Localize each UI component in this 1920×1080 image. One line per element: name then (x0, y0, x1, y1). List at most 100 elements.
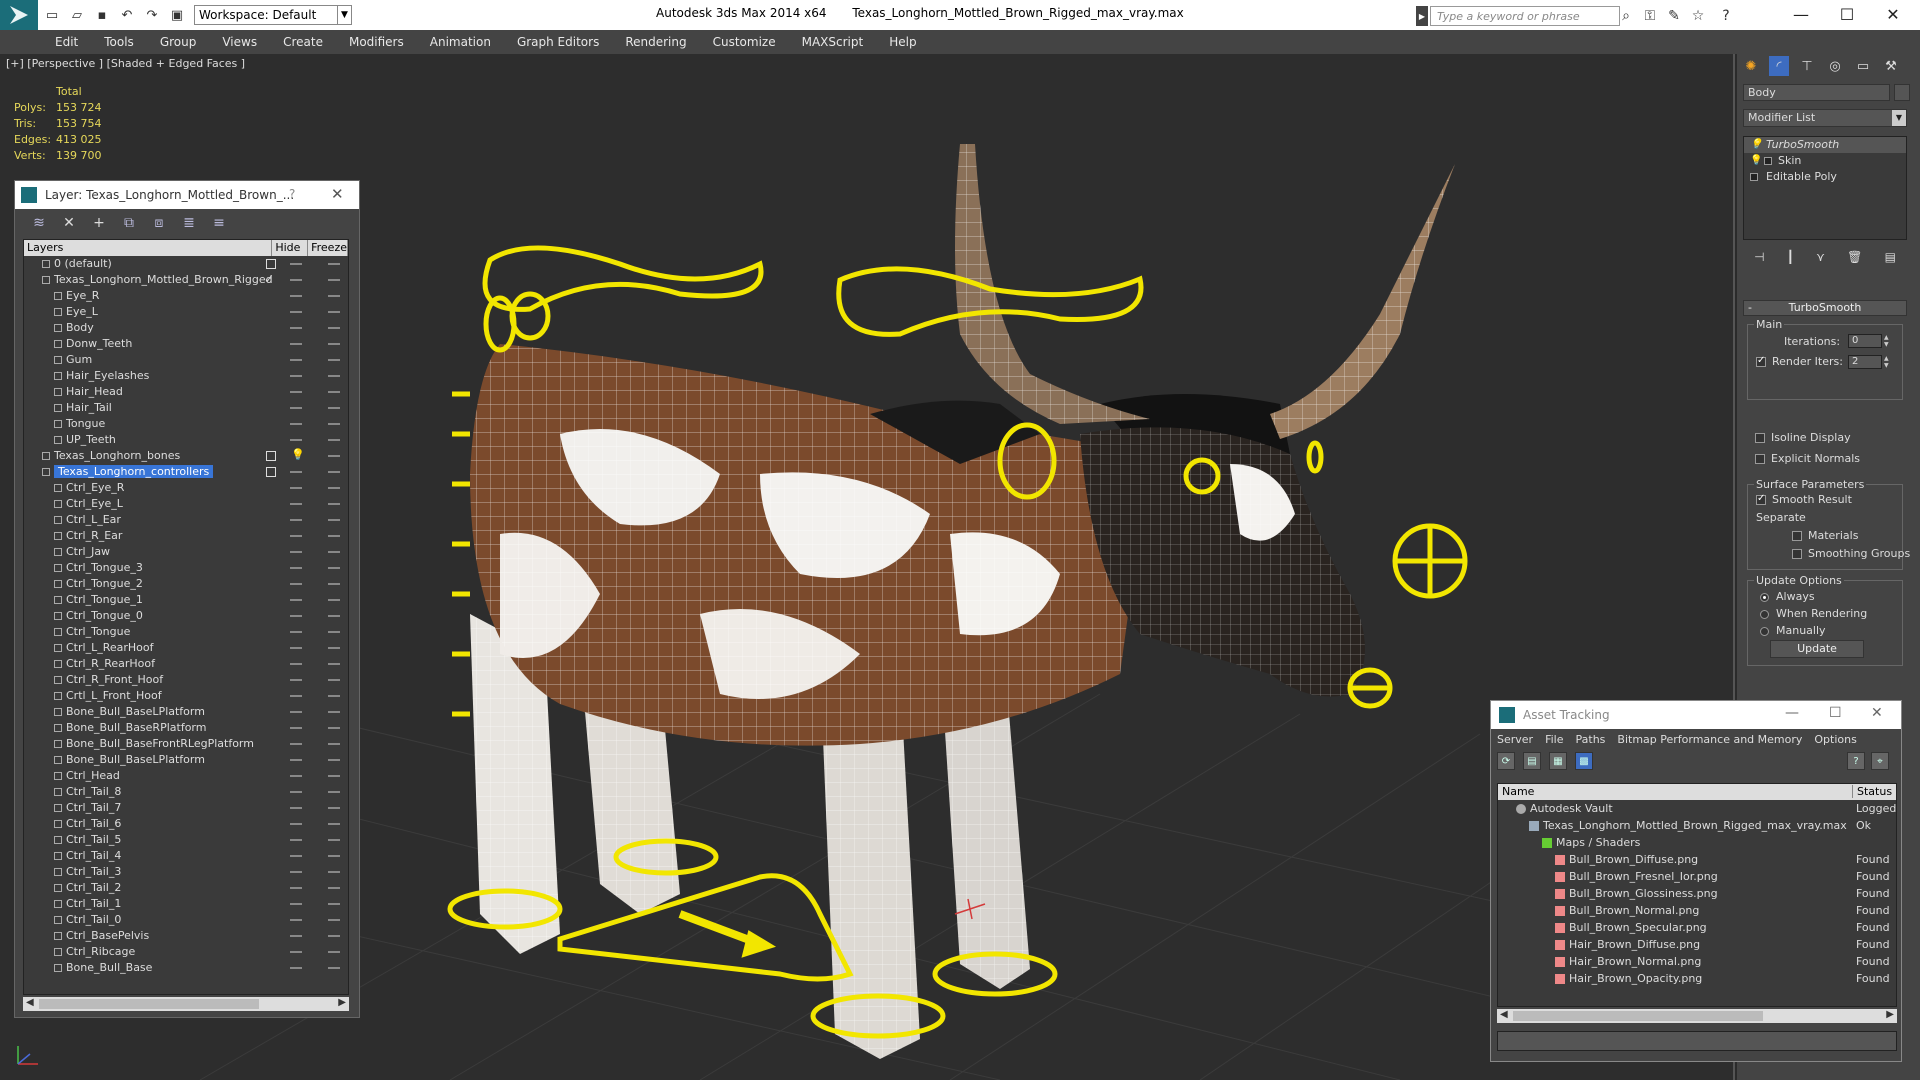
freeze-toggle[interactable] (328, 439, 340, 441)
set-current-layer-box[interactable] (266, 259, 276, 269)
freeze-toggle[interactable] (328, 263, 340, 265)
current-layer-check-icon[interactable]: ✓ (264, 272, 274, 286)
layer-row[interactable]: Texas_Longhorn_bones 💡 (24, 448, 348, 464)
freeze-toggle[interactable] (328, 823, 340, 825)
isoline-display-checkbox[interactable] (1755, 433, 1765, 443)
asset-path-field[interactable] (1497, 1031, 1897, 1051)
materials-checkbox[interactable] (1792, 531, 1802, 541)
layer-object-row[interactable]: Gum (24, 352, 348, 368)
smoothing-groups-checkbox[interactable] (1792, 549, 1802, 559)
hide-toggle[interactable] (290, 631, 302, 633)
freeze-toggle[interactable] (328, 423, 340, 425)
freeze-toggle[interactable] (328, 919, 340, 921)
maximize-icon[interactable]: ☐ (1829, 705, 1842, 721)
hide-bulb-icon[interactable]: 💡 (291, 448, 305, 461)
freeze-toggle[interactable] (328, 887, 340, 889)
hide-toggle[interactable] (290, 695, 302, 697)
list-view-icon[interactable]: ▤ (1523, 752, 1541, 770)
layer-object-row[interactable]: Crtl_L_Front_Hoof (24, 688, 348, 704)
communication-icon[interactable]: ✎ (1664, 6, 1684, 26)
freeze-toggle[interactable] (328, 647, 340, 649)
menu-animation[interactable]: Animation (430, 35, 491, 49)
hide-toggle[interactable] (290, 391, 302, 393)
table-view-icon[interactable]: ▩ (1575, 752, 1593, 770)
configure-sets-icon[interactable]: ▤ (1885, 250, 1896, 264)
layer-object-row[interactable]: Ctrl_Tail_4 (24, 848, 348, 864)
layer-object-row[interactable]: Ctrl_L_RearHoof (24, 640, 348, 656)
freeze-toggle[interactable] (328, 775, 340, 777)
menu-edit[interactable]: Edit (55, 35, 78, 49)
object-color-swatch[interactable] (1894, 84, 1910, 101)
binoculars-icon[interactable]: ⌕ (1616, 6, 1636, 26)
layer-object-row[interactable]: Tongue (24, 416, 348, 432)
hide-toggle[interactable] (290, 279, 302, 281)
asset-row[interactable]: Bull_Brown_Normal.png Found (1498, 902, 1896, 919)
spinner-arrows-icon[interactable]: ▲ ▼ (1884, 334, 1892, 348)
open-file-icon[interactable]: ▱ (66, 4, 88, 26)
hide-toggle[interactable] (290, 823, 302, 825)
minimize-button[interactable]: — (1776, 0, 1826, 28)
layer-object-row[interactable]: Eye_R (24, 288, 348, 304)
asset-row[interactable]: Autodesk Vault Logged C (1498, 800, 1896, 817)
layer-object-row[interactable]: Donw_Teeth (24, 336, 348, 352)
layer-row[interactable]: Texas_Longhorn_controllers (24, 464, 348, 480)
layer-object-row[interactable]: Ctrl_R_Ear (24, 528, 348, 544)
hide-toggle[interactable] (290, 775, 302, 777)
freeze-toggle[interactable] (328, 855, 340, 857)
hide-toggle[interactable] (290, 503, 302, 505)
layer-object-row[interactable]: Ctrl_Eye_R (24, 480, 348, 496)
layer-object-row[interactable]: Ctrl_Tail_2 (24, 880, 348, 896)
hide-toggle[interactable] (290, 375, 302, 377)
asset-row[interactable]: Texas_Longhorn_Mottled_Brown_Rigged_max_… (1498, 817, 1896, 834)
freeze-toggle[interactable] (328, 695, 340, 697)
scrollbar-thumb[interactable] (39, 999, 259, 1009)
menu-customize[interactable]: Customize (713, 35, 776, 49)
layer-object-row[interactable]: Ctrl_Tongue_2 (24, 576, 348, 592)
freeze-toggle[interactable] (328, 967, 340, 969)
layer-object-row[interactable]: Body (24, 320, 348, 336)
hide-toggle[interactable] (290, 663, 302, 665)
hide-toggle[interactable] (290, 759, 302, 761)
layer-object-row[interactable]: Eye_L (24, 304, 348, 320)
hide-toggle[interactable] (290, 567, 302, 569)
modify-tab-icon[interactable]: ◜ (1769, 56, 1789, 76)
highlight-layer-icon[interactable]: ⧈ (149, 213, 169, 233)
freeze-toggle[interactable] (328, 615, 340, 617)
freeze-toggle[interactable] (328, 471, 340, 473)
hide-toggle[interactable] (290, 647, 302, 649)
column-status[interactable]: Status (1852, 785, 1892, 798)
layer-object-row[interactable]: Ctrl_Tail_0 (24, 912, 348, 928)
menu-tools[interactable]: Tools (104, 35, 134, 49)
freeze-toggle[interactable] (328, 487, 340, 489)
menu-help[interactable]: Help (889, 35, 916, 49)
freeze-toggle[interactable] (328, 551, 340, 553)
manually-radio[interactable] (1760, 627, 1769, 636)
help-icon[interactable]: ? (1716, 6, 1736, 26)
stack-item-editable-poly[interactable]: Editable Poly (1744, 169, 1906, 185)
layer-object-row[interactable]: Bone_Bull_BaseRPlatform (24, 720, 348, 736)
freeze-toggle[interactable] (328, 759, 340, 761)
asset-row[interactable]: Maps / Shaders (1498, 834, 1896, 851)
app-logo-icon[interactable] (0, 0, 38, 30)
object-name-field[interactable]: Body (1743, 84, 1890, 101)
search-expand-icon[interactable]: ▶ (1416, 6, 1428, 26)
freeze-toggle[interactable] (328, 951, 340, 953)
utilities-tab-icon[interactable]: ⚒ (1881, 56, 1901, 76)
refresh-icon[interactable]: ⟳ (1497, 752, 1515, 770)
hide-toggle[interactable] (290, 471, 302, 473)
always-radio[interactable] (1760, 593, 1769, 602)
close-icon[interactable]: ✕ (331, 185, 344, 203)
asset-row[interactable]: Bull_Brown_Specular.png Found (1498, 919, 1896, 936)
asset-tracking-titlebar[interactable]: Asset Tracking — ☐ ✕ (1491, 701, 1901, 729)
menu-create[interactable]: Create (283, 35, 323, 49)
hide-toggle[interactable] (290, 583, 302, 585)
freeze-toggle[interactable] (328, 727, 340, 729)
when-rendering-radio[interactable] (1760, 610, 1769, 619)
select-objects-icon[interactable]: ⧉ (119, 213, 139, 233)
remove-modifier-icon[interactable]: 🗑 (1847, 250, 1862, 264)
hide-toggle[interactable] (290, 791, 302, 793)
layer-object-row[interactable]: Bone_Bull_Base (24, 960, 348, 976)
menu-paths[interactable]: Paths (1576, 733, 1606, 746)
layer-object-row[interactable]: Ctrl_Tail_5 (24, 832, 348, 848)
layer-object-row[interactable]: Ctrl_Tail_1 (24, 896, 348, 912)
